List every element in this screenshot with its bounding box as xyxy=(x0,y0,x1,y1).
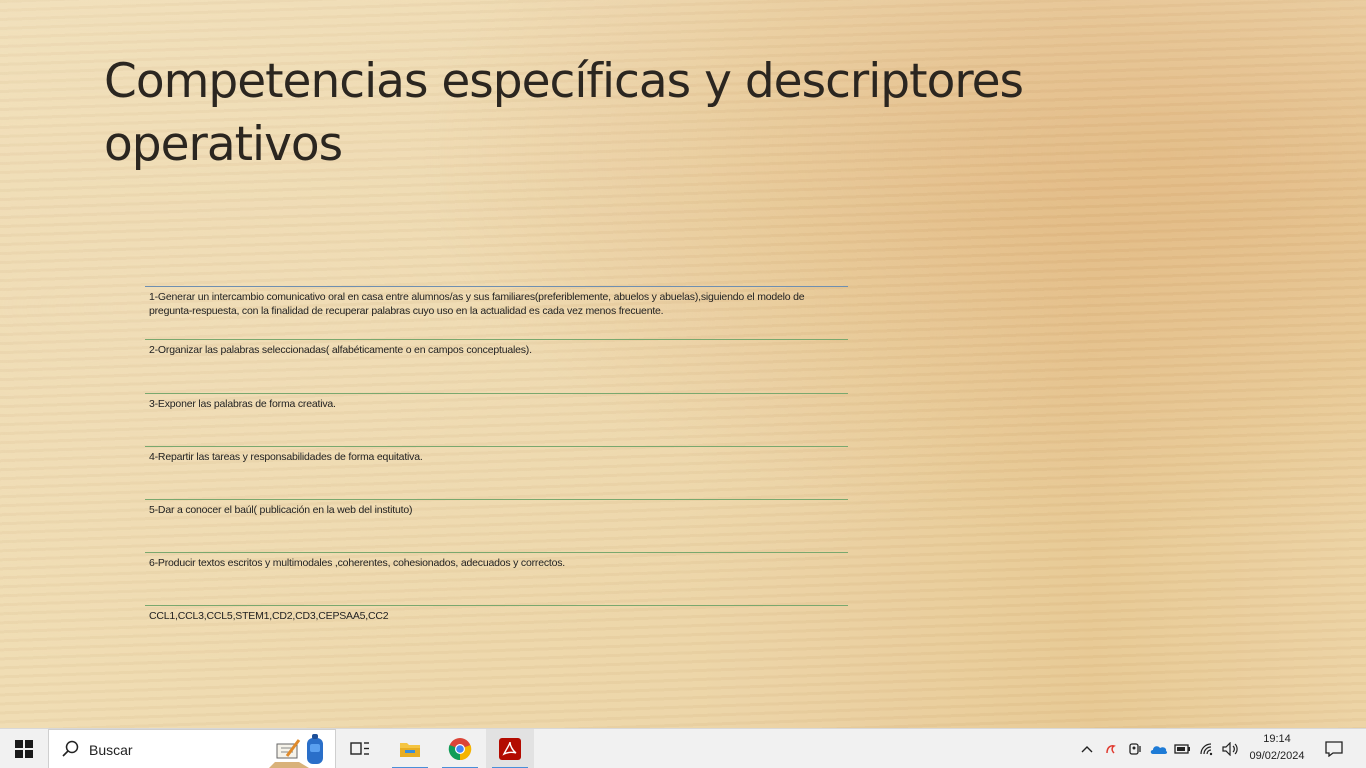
network-tray-button[interactable] xyxy=(1196,729,1218,768)
table-row: 6-Producir textos escritos y multimodale… xyxy=(145,552,848,605)
windows-start-icon xyxy=(15,740,33,758)
meet-now-icon xyxy=(1129,743,1141,755)
meet-now-tray-button[interactable] xyxy=(1124,729,1146,768)
table-row: 2-Organizar las palabras seleccionadas( … xyxy=(145,339,848,393)
notifications-button[interactable] xyxy=(1316,729,1352,768)
taskbar-search-box[interactable]: Buscar xyxy=(48,729,336,768)
search-highlight-icon xyxy=(269,734,323,768)
battery-icon xyxy=(1174,744,1190,754)
chevron-up-icon xyxy=(1081,746,1093,753)
volume-icon xyxy=(1222,742,1238,756)
start-button[interactable] xyxy=(0,729,48,768)
search-placeholder: Buscar xyxy=(89,742,133,758)
volume-tray-button[interactable] xyxy=(1220,729,1242,768)
clock-date[interactable]: 09/02/2024 xyxy=(1244,750,1310,762)
table-row: 3-Exponer las palabras de forma creativa… xyxy=(145,393,848,446)
taskbar: Buscar 19:14 09/02/2024 xyxy=(0,728,1366,768)
table-row: 5-Dar a conocer el baúl( publicación en … xyxy=(145,499,848,552)
presentation-slide: Competencias específicas y descriptores … xyxy=(0,0,1366,728)
clock-time[interactable]: 19:14 xyxy=(1244,733,1310,745)
acrobat-icon xyxy=(499,738,521,760)
file-explorer-button[interactable] xyxy=(386,729,434,768)
notifications-icon xyxy=(1325,741,1343,757)
acrobat-button[interactable] xyxy=(486,729,534,768)
table-row: 4-Repartir las tareas y responsabilidade… xyxy=(145,446,848,499)
onedrive-tray-button[interactable] xyxy=(1148,729,1170,768)
battery-tray-button[interactable] xyxy=(1172,729,1194,768)
task-view-icon xyxy=(350,742,369,755)
show-hidden-icons-button[interactable] xyxy=(1076,729,1098,768)
table-row: CCL1,CCL3,CCL5,STEM1,CD2,CD3,CEPSAA5,CC2 xyxy=(145,605,848,635)
chrome-button[interactable] xyxy=(436,729,484,768)
onedrive-icon xyxy=(1150,746,1168,754)
task-view-button[interactable] xyxy=(336,729,384,768)
antivirus-icon xyxy=(1106,745,1116,754)
antivirus-tray-button[interactable] xyxy=(1100,729,1122,768)
wifi-icon xyxy=(1200,743,1213,756)
competencies-table: 1-Generar un intercambio comunicativo or… xyxy=(145,286,848,635)
search-icon xyxy=(62,740,79,757)
slide-title: Competencias específicas y descriptores … xyxy=(104,54,1024,172)
file-explorer-icon xyxy=(400,743,420,757)
table-row: 1-Generar un intercambio comunicativo or… xyxy=(145,286,848,339)
chrome-icon xyxy=(448,738,472,761)
